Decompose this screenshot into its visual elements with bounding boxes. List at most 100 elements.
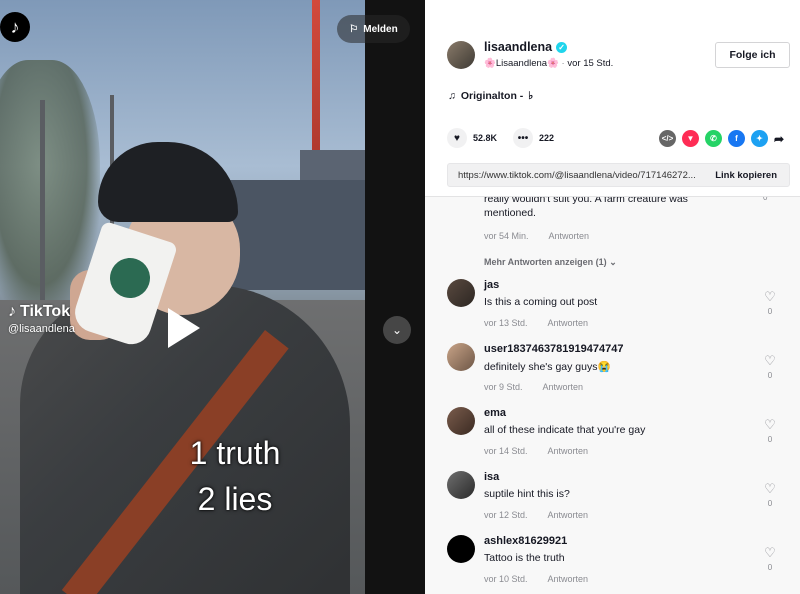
comment-meta: vor 12 Std. Antworten (484, 510, 588, 520)
comment-like-count: 0 (767, 307, 773, 316)
comment-count: 222 (539, 133, 555, 143)
sound-label: Originalton - (460, 90, 524, 102)
next-video-button[interactable]: ⌄ (383, 316, 411, 344)
reply-button[interactable]: Antworten (543, 382, 584, 392)
tiktok-logo-icon[interactable]: ♪ (0, 12, 30, 42)
send-icon[interactable]: ▼ (682, 130, 699, 147)
comment-stat[interactable]: ••• 222 (513, 128, 554, 148)
comment-item: isa suptile hint this is? vor 12 Std. An… (425, 471, 800, 531)
video-player[interactable]: ♪ TikTok @lisaandlena 1 truth 2 lies (0, 0, 365, 594)
caption-line: 2 lies (197, 481, 273, 517)
tiktok-note-icon: ♪ (8, 303, 16, 320)
comment-avatar[interactable] (447, 407, 475, 435)
comment-meta: vor 9 Std. Antworten (484, 382, 583, 392)
comment-time: vor 12 Std. (484, 510, 528, 520)
reply-button[interactable]: Antworten (548, 574, 589, 584)
video-scene-person-cap (98, 142, 238, 222)
play-icon[interactable] (168, 308, 200, 348)
comment-item: user1837463781919474747 definitely she's… (425, 343, 800, 403)
comment-item: ashlex81629921 Tattoo is the truth vor 1… (425, 535, 800, 594)
comment-avatar[interactable] (447, 471, 475, 499)
partial-comment-meta: vor 54 Min. Antworten (484, 231, 589, 241)
comment-time: vor 54 Min. (484, 231, 529, 241)
partial-comment-text: really wouldn't suit you. A farm creatur… (484, 196, 744, 220)
author-username[interactable]: lisaandlena ✓ (484, 40, 568, 54)
verified-badge-icon: ✓ (556, 41, 568, 53)
author-username-text: lisaandlena (484, 40, 553, 54)
comment-like-count: 0 (767, 563, 773, 572)
comment-avatar[interactable] (447, 535, 475, 563)
more-replies-label: Mehr Antworten anzeigen (1) (484, 257, 607, 267)
comment-like[interactable]: ♡ 0 (763, 481, 777, 508)
comment-like[interactable]: ♡ 0 (763, 289, 777, 316)
comment-avatar[interactable] (447, 343, 475, 371)
embed-icon[interactable]: </> (659, 130, 676, 147)
heart-icon: ♥ (447, 128, 467, 148)
comment-like[interactable]: ♡ 0 (763, 353, 777, 380)
video-link-url[interactable]: https://www.tiktok.com/@lisaandlena/vide… (458, 170, 698, 181)
comment-username[interactable]: ashlex81629921 (484, 535, 567, 547)
comment-item: ema all of these indicate that you're ga… (425, 407, 800, 467)
comment-like[interactable]: ♡ 0 (763, 417, 777, 444)
reply-button[interactable]: Antworten (548, 446, 589, 456)
heart-outline-icon: ♡ (764, 417, 776, 432)
like-stat[interactable]: ♥ 52.8K (447, 128, 497, 148)
comment-meta: vor 14 Std. Antworten (484, 446, 588, 456)
like-count: 52.8K (473, 133, 498, 143)
reply-button[interactable]: Antworten (548, 318, 589, 328)
comments-list[interactable]: really wouldn't suit you. A farm creatur… (425, 196, 800, 594)
comment-text: definitely she's gay guys😭 (484, 361, 611, 373)
video-pane: ♪ TikTok @lisaandlena 1 truth 2 lies ♪ ⚐… (0, 0, 425, 594)
partial-comment-line: mentioned. (484, 207, 536, 219)
reply-button[interactable]: Antworten (549, 231, 590, 241)
facebook-icon[interactable]: f (728, 130, 745, 147)
author-avatar[interactable] (447, 41, 475, 69)
partial-comment-line: really wouldn't suit you. A farm creatur… (484, 196, 688, 205)
comment-username[interactable]: isa (484, 471, 499, 483)
video-scene-pole (40, 100, 45, 320)
heart-outline-icon: ♡ (764, 289, 776, 304)
more-replies-button[interactable]: Mehr Antworten anzeigen (1) ⌄ (484, 257, 617, 268)
share-bar: </> ▼ ✆ f ✦ ➦ (659, 130, 784, 147)
share-arrow-icon[interactable]: ➦ (774, 132, 784, 146)
comment-like[interactable]: ♡ 0 (763, 545, 777, 572)
comment-username[interactable]: jas (484, 279, 499, 291)
comment-text: suptile hint this is? (484, 488, 570, 500)
comment-text: Is this a coming out post (484, 296, 598, 308)
flag-icon: ⚐ (349, 23, 359, 35)
comment-bubble-icon: ••• (513, 128, 533, 148)
video-watermark: ♪ TikTok @lisaandlena (8, 303, 75, 335)
report-button[interactable]: ⚐ Melden (337, 15, 410, 43)
comment-meta: vor 13 Std. Antworten (484, 318, 588, 328)
heart-outline-icon: ♡ (764, 481, 776, 496)
comment-username[interactable]: ema (484, 407, 506, 419)
author-nickname: 🌸Lisaandlena🌸 (484, 58, 559, 69)
video-caption: 1 truth 2 lies (180, 430, 290, 522)
comment-time: vor 9 Std. (484, 382, 523, 392)
info-pane: lisaandlena ✓ 🌸Lisaandlena🌸 · vor 15 Std… (425, 0, 800, 594)
copy-link-button[interactable]: Link kopieren (715, 170, 777, 181)
video-scene-building (230, 180, 365, 290)
sound-glyph-icon: ♭ (528, 90, 534, 102)
comment-like-count: 0 (767, 499, 773, 508)
comment-time: vor 14 Std. (484, 446, 528, 456)
comment-text: Tattoo is the truth (484, 552, 565, 564)
watermark-brand-text: TikTok (20, 303, 71, 320)
chevron-down-icon: ⌄ (609, 257, 617, 267)
twitter-icon[interactable]: ✦ (751, 130, 768, 147)
comment-time: vor 10 Std. (484, 574, 528, 584)
heart-outline-icon: ♡ (764, 353, 776, 368)
author-subline: 🌸Lisaandlena🌸 · vor 15 Std. (484, 58, 613, 69)
video-link-box: https://www.tiktok.com/@lisaandlena/vide… (447, 163, 790, 187)
whatsapp-icon[interactable]: ✆ (705, 130, 722, 147)
follow-button[interactable]: Folge ich (715, 42, 790, 68)
reply-button[interactable]: Antworten (548, 510, 589, 520)
comment-avatar[interactable] (447, 279, 475, 307)
music-note-icon: ♫ (448, 90, 456, 102)
watermark-handle: @lisaandlena (8, 323, 75, 335)
sound-link[interactable]: ♫ Originalton - ♭ (448, 90, 533, 102)
comment-meta: vor 10 Std. Antworten (484, 574, 588, 584)
partial-comment-like-count: 0 (763, 196, 768, 202)
comment-username[interactable]: user1837463781919474747 (484, 343, 623, 355)
heart-outline-icon: ♡ (764, 545, 776, 560)
